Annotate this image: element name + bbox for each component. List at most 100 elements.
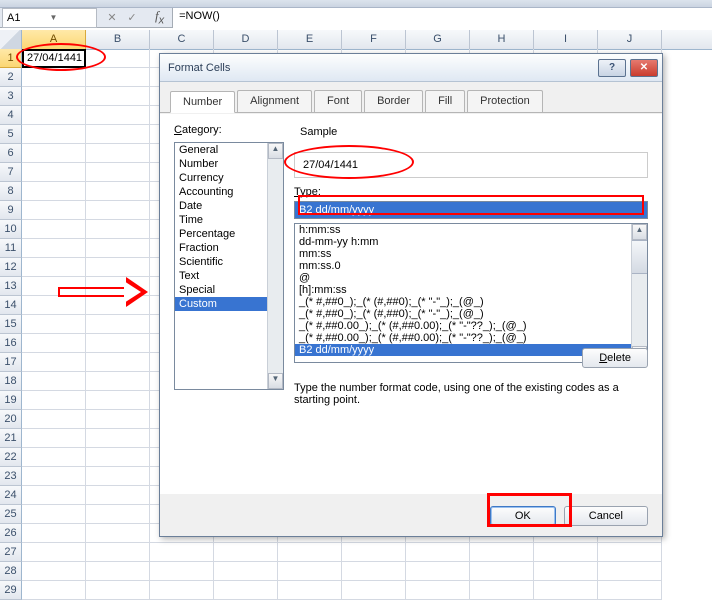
cell[interactable]	[22, 543, 86, 562]
tab-alignment[interactable]: Alignment	[237, 90, 312, 112]
cell[interactable]	[22, 562, 86, 581]
format-item[interactable]: dd-mm-yy h:mm	[295, 236, 647, 248]
cell[interactable]	[86, 49, 150, 68]
help-button[interactable]: ?	[598, 59, 626, 77]
cell-A1[interactable]: 27/04/1441	[22, 49, 86, 68]
cell[interactable]	[22, 315, 86, 334]
cell[interactable]	[22, 467, 86, 486]
row-header-7[interactable]: 7	[0, 163, 22, 182]
row-header-26[interactable]: 26	[0, 524, 22, 543]
cell[interactable]	[86, 334, 150, 353]
row-header-9[interactable]: 9	[0, 201, 22, 220]
cell[interactable]	[534, 562, 598, 581]
cell[interactable]	[86, 296, 150, 315]
formula-input[interactable]: =NOW()	[172, 8, 712, 28]
cell[interactable]	[470, 562, 534, 581]
delete-button[interactable]: Delete	[582, 348, 648, 368]
cell[interactable]	[150, 562, 214, 581]
row-header-20[interactable]: 20	[0, 410, 22, 429]
tab-protection[interactable]: Protection	[467, 90, 543, 112]
row-header-12[interactable]: 12	[0, 258, 22, 277]
tab-fill[interactable]: Fill	[425, 90, 465, 112]
cell[interactable]	[22, 296, 86, 315]
select-all-corner[interactable]	[0, 30, 22, 49]
cell[interactable]	[598, 581, 662, 600]
tab-border[interactable]: Border	[364, 90, 423, 112]
row-header-1[interactable]: 1	[0, 49, 22, 68]
cell[interactable]	[86, 486, 150, 505]
col-header-B[interactable]: B	[86, 30, 150, 49]
format-item[interactable]: mm:ss	[295, 248, 647, 260]
cell[interactable]	[406, 581, 470, 600]
row-header-4[interactable]: 4	[0, 106, 22, 125]
cell[interactable]	[22, 144, 86, 163]
cell[interactable]	[22, 486, 86, 505]
cell[interactable]	[22, 581, 86, 600]
type-input[interactable]	[294, 201, 648, 219]
cell[interactable]	[86, 106, 150, 125]
cell[interactable]	[86, 429, 150, 448]
fx-icon[interactable]: fx	[147, 8, 172, 27]
cell[interactable]	[86, 505, 150, 524]
cell[interactable]	[22, 410, 86, 429]
scroll-up-icon[interactable]: ▲	[632, 224, 647, 240]
cell[interactable]	[150, 581, 214, 600]
cell[interactable]	[22, 106, 86, 125]
cell[interactable]	[278, 562, 342, 581]
row-header-13[interactable]: 13	[0, 277, 22, 296]
cell[interactable]	[86, 68, 150, 87]
cell[interactable]	[86, 581, 150, 600]
col-header-E[interactable]: E	[278, 30, 342, 49]
col-header-J[interactable]: J	[598, 30, 662, 49]
cell[interactable]	[86, 239, 150, 258]
cell[interactable]	[86, 562, 150, 581]
tab-font[interactable]: Font	[314, 90, 362, 112]
close-button[interactable]: ✕	[630, 59, 658, 77]
col-header-F[interactable]: F	[342, 30, 406, 49]
cell[interactable]	[342, 581, 406, 600]
format-item[interactable]: [h]:mm:ss	[295, 284, 647, 296]
row-header-27[interactable]: 27	[0, 543, 22, 562]
format-list[interactable]: h:mm:ssdd-mm-yy h:mmmm:ssmm:ss.0@[h]:mm:…	[294, 223, 648, 363]
row-header-8[interactable]: 8	[0, 182, 22, 201]
cell[interactable]	[86, 353, 150, 372]
cell[interactable]	[22, 391, 86, 410]
cell[interactable]	[22, 239, 86, 258]
cell[interactable]	[86, 372, 150, 391]
cell[interactable]	[86, 87, 150, 106]
cell[interactable]	[22, 201, 86, 220]
cell[interactable]	[22, 334, 86, 353]
cell[interactable]	[86, 448, 150, 467]
format-item[interactable]: h:mm:ss	[295, 224, 647, 236]
scroll-up-icon[interactable]: ▲	[268, 143, 283, 159]
col-header-D[interactable]: D	[214, 30, 278, 49]
cell[interactable]	[86, 201, 150, 220]
row-header-25[interactable]: 25	[0, 505, 22, 524]
row-header-14[interactable]: 14	[0, 296, 22, 315]
name-box-dropdown-icon[interactable]: ▼	[50, 13, 93, 22]
cell[interactable]	[406, 562, 470, 581]
tab-number[interactable]: Number	[170, 91, 235, 113]
cell[interactable]	[214, 543, 278, 562]
cell[interactable]	[534, 543, 598, 562]
cell[interactable]	[86, 277, 150, 296]
cell[interactable]	[86, 182, 150, 201]
dialog-titlebar[interactable]: Format Cells ? ✕	[160, 54, 662, 82]
row-header-24[interactable]: 24	[0, 486, 22, 505]
cell[interactable]	[22, 372, 86, 391]
row-header-6[interactable]: 6	[0, 144, 22, 163]
cell[interactable]	[470, 581, 534, 600]
cell[interactable]	[342, 562, 406, 581]
cell[interactable]	[406, 543, 470, 562]
format-item[interactable]: _(* #,##0_);_(* (#,##0);_(* "-"_);_(@_)	[295, 296, 647, 308]
cell[interactable]	[278, 581, 342, 600]
cell[interactable]	[22, 258, 86, 277]
cell[interactable]	[22, 505, 86, 524]
format-item[interactable]: @	[295, 272, 647, 284]
cell[interactable]	[214, 581, 278, 600]
row-header-5[interactable]: 5	[0, 125, 22, 144]
cell[interactable]	[86, 391, 150, 410]
cell[interactable]	[22, 68, 86, 87]
cell[interactable]	[278, 543, 342, 562]
cell[interactable]	[86, 410, 150, 429]
